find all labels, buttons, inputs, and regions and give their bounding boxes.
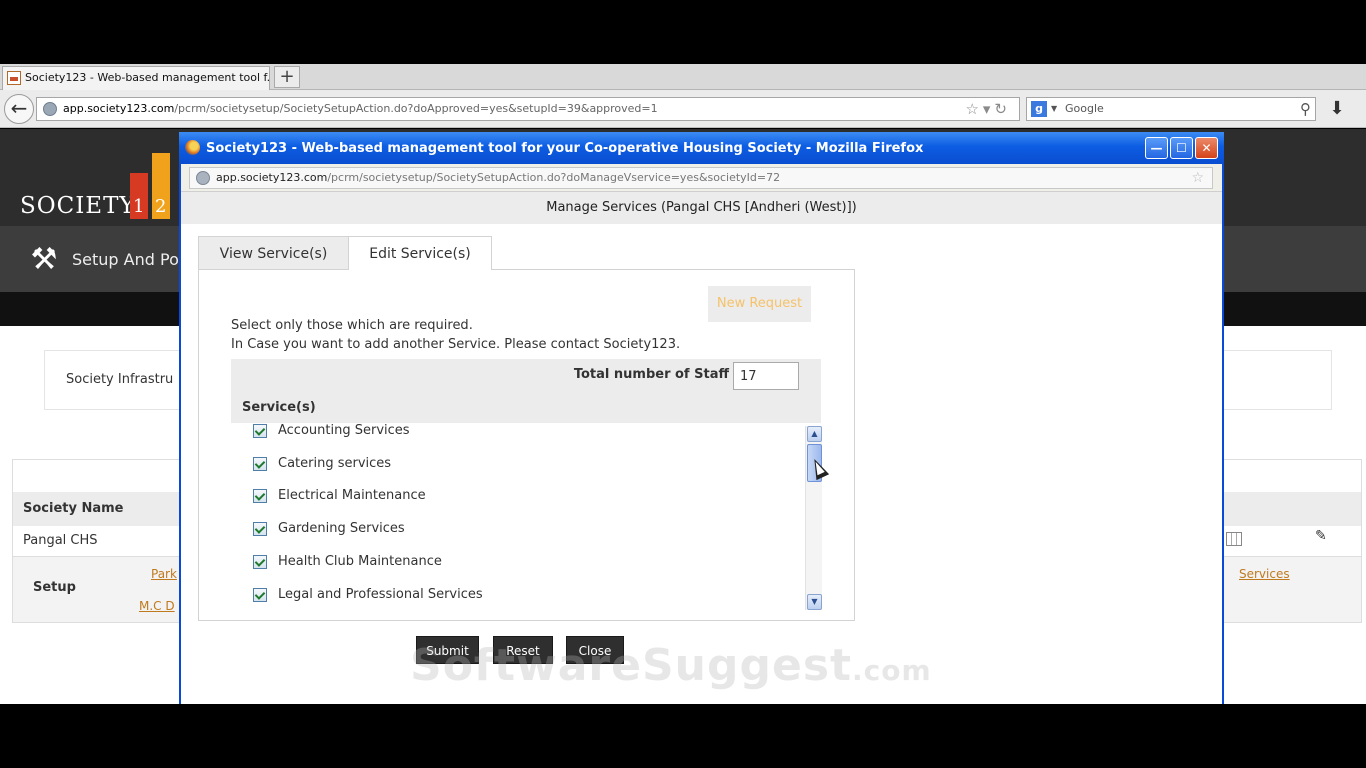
new-tab-button[interactable]: + — [274, 66, 300, 88]
tab-edit-services[interactable]: Edit Service(s) — [348, 236, 492, 270]
society-infrastructure-label: Society Infrastru — [66, 372, 174, 387]
service-label: Gardening Services — [278, 521, 405, 536]
manage-services-popup-window: Society123 - Web-based management tool f… — [179, 132, 1224, 704]
menu-setup-and-policies[interactable]: Setup And Po — [72, 250, 179, 269]
screen: Society123 - Web-based management tool f… — [0, 0, 1366, 768]
logo-bars-icon: 1 2 — [130, 151, 178, 219]
logo-digit-2: 2 — [155, 196, 167, 217]
search-engine-box[interactable]: g ▼ Google ⚲ — [1026, 97, 1316, 121]
parking-link[interactable]: Park — [151, 567, 177, 581]
bookmark-star-icon[interactable]: ☆ — [1191, 168, 1204, 188]
globe-icon — [43, 102, 57, 116]
service-label: Legal and Professional Services — [278, 587, 483, 602]
popup-url-bar: app.society123.com/pcrm/societysetup/Soc… — [181, 164, 1222, 192]
staff-count-row: Total number of Staff — [231, 359, 821, 391]
instruction-text-1: Select only those which are required. — [231, 318, 473, 333]
download-arrow-icon[interactable]: ⬇ — [1326, 98, 1348, 120]
services-header-row: Service(s) — [231, 391, 821, 423]
checkbox-checked[interactable] — [253, 555, 267, 569]
services-list: Accounting Services Catering services El… — [231, 423, 821, 613]
checkbox-checked[interactable] — [253, 424, 267, 438]
grid-view-icon[interactable] — [1226, 532, 1242, 546]
checkbox-checked[interactable] — [253, 457, 267, 471]
watermark-main: SoftwareSuggest — [410, 640, 853, 691]
maximize-icon[interactable]: ☐ — [1170, 137, 1193, 159]
new-request-button[interactable]: New Request — [708, 286, 811, 322]
services-link[interactable]: Services — [1239, 567, 1290, 581]
outer-url-path: /pcrm/societysetup/SocietySetupAction.do… — [174, 102, 658, 115]
service-label: Electrical Maintenance — [278, 488, 426, 503]
search-engine-dropdown-icon[interactable]: ▼ — [1051, 98, 1057, 120]
minimize-icon[interactable]: — — [1145, 137, 1168, 159]
logo-digit-1: 1 — [133, 196, 145, 217]
magnifier-icon[interactable]: ⚲ — [1300, 98, 1311, 120]
service-label: Accounting Services — [278, 423, 410, 438]
popup-url-host: app.society123.com — [216, 171, 328, 184]
checkbox-checked[interactable] — [253, 522, 267, 536]
google-logo-icon[interactable]: g — [1031, 101, 1047, 117]
service-label: Health Club Maintenance — [278, 554, 442, 569]
instruction-text-2: In Case you want to add another Service.… — [231, 337, 681, 352]
close-window-icon[interactable]: ✕ — [1195, 137, 1218, 159]
pencil-edit-icon[interactable]: ✎ — [1315, 528, 1327, 544]
services-header-label: Service(s) — [242, 400, 316, 415]
outer-browser-tab[interactable]: Society123 - Web-based management tool f… — [2, 66, 270, 90]
scroll-down-arrow-icon[interactable]: ▼ — [807, 594, 822, 610]
site-favicon-icon — [7, 71, 21, 85]
popup-title-bar[interactable]: Society123 - Web-based management tool f… — [179, 132, 1224, 164]
search-placeholder: Google — [1065, 102, 1104, 115]
logo-text: SOCIETY — [20, 193, 136, 219]
back-arrow-icon[interactable]: ← — [4, 94, 34, 124]
popup-url-path: /pcrm/societysetup/SocietySetupAction.do… — [327, 171, 781, 184]
watermark: SoftwareSuggest.com — [410, 640, 932, 691]
popup-content: Manage Services (Pangal CHS [Andheri (We… — [181, 192, 1222, 704]
edit-services-panel: New Request Select only those which are … — [198, 269, 855, 621]
tools-wrench-icon[interactable]: ⚒ — [26, 242, 62, 278]
outer-url-host: app.society123.com — [63, 102, 175, 115]
popup-address-field[interactable]: app.society123.com/pcrm/societysetup/Soc… — [189, 167, 1213, 189]
globe-icon — [196, 171, 210, 185]
watermark-suffix: .com — [852, 654, 932, 687]
outer-nav-bar: ← app.society123.com/pcrm/societysetup/S… — [0, 90, 1366, 128]
outer-tab-bar: Society123 - Web-based management tool f… — [0, 64, 1366, 90]
scroll-up-arrow-icon[interactable]: ▲ — [807, 426, 822, 442]
mc-link[interactable]: M.C D — [139, 599, 175, 613]
firefox-icon — [185, 140, 200, 155]
society-name-value: Pangal CHS — [23, 533, 98, 548]
popup-title: Society123 - Web-based management tool f… — [206, 141, 924, 156]
checkbox-checked[interactable] — [253, 489, 267, 503]
staff-count-label: Total number of Staff — [573, 367, 729, 382]
outer-url-bar[interactable]: app.society123.com/pcrm/societysetup/Soc… — [36, 97, 1020, 121]
tab-view-services[interactable]: View Service(s) — [198, 236, 349, 270]
column-society-name: Society Name — [23, 501, 124, 516]
outer-tab-title: Society123 - Web-based management tool f… — [25, 71, 270, 84]
service-label: Catering services — [278, 456, 392, 471]
staff-count-input[interactable] — [733, 362, 799, 390]
setup-label: Setup — [33, 580, 76, 595]
services-scrollbar[interactable]: ▲ ▼ — [805, 426, 822, 610]
checkbox-checked[interactable] — [253, 588, 267, 602]
bookmark-star-reload-icons[interactable]: ☆▾↻ — [965, 98, 1011, 120]
manage-services-header: Manage Services (Pangal CHS [Andheri (We… — [181, 192, 1222, 224]
